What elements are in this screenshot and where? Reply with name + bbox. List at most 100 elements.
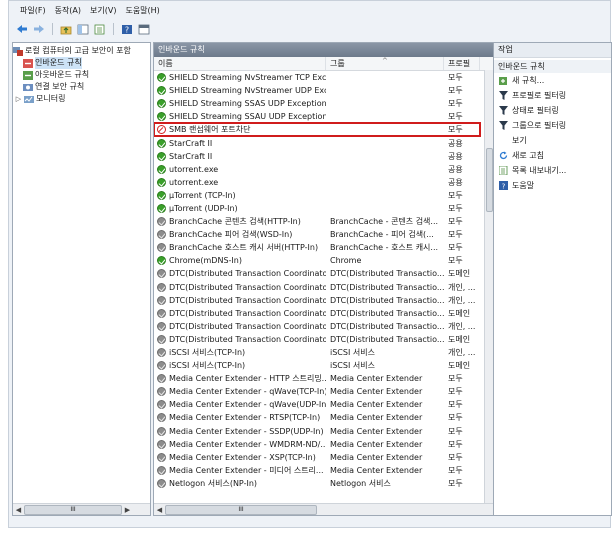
action-filter-by-group[interactable]: 그룹으로 필터링 xyxy=(494,118,611,133)
rule-row[interactable]: Media Center Extender - HTTP 스트리밍... Medi… xyxy=(154,372,480,385)
rule-row[interactable]: µTorrent (UDP-In) 모두 xyxy=(154,202,480,215)
menu-view[interactable]: 보기(V) xyxy=(90,4,116,18)
rule-profile: 모두 xyxy=(448,112,463,122)
action-help[interactable]: ? 도움말 xyxy=(494,178,611,193)
rule-profile: 모두 xyxy=(448,387,463,397)
rule-name-cell: SHIELD Streaming NvStreamer UDP Exc... xyxy=(154,86,326,96)
allow-enabled-icon xyxy=(157,138,166,148)
menu-action[interactable]: 동작(A) xyxy=(55,4,81,18)
action-export-list[interactable]: 목록 내보내기... xyxy=(494,163,611,178)
rule-profile: 모두 xyxy=(448,125,463,135)
export-list-icon[interactable] xyxy=(93,23,107,36)
rule-row[interactable]: Netlogon 서비스(NP-In) Netlogon 서비스 모두 xyxy=(154,477,480,490)
rule-row[interactable]: SHIELD Streaming SSAU UDP Exception 모두 xyxy=(154,110,480,123)
scroll-thumb[interactable] xyxy=(486,148,493,212)
rule-group: BranchCache - 호스트 캐시... xyxy=(330,243,439,253)
up-folder-icon[interactable] xyxy=(59,23,73,36)
tree-item-label: 연결 보안 규칙 xyxy=(35,82,85,91)
column-profile[interactable]: 프로필 xyxy=(444,57,480,70)
scroll-right-icon[interactable]: ▶ xyxy=(122,506,133,514)
rules-horizontal-scrollbar[interactable]: ◀ III xyxy=(154,503,495,515)
action-refresh[interactable]: 새로 고침 xyxy=(494,148,611,163)
rule-name-cell: BranchCache 콘텐츠 검색(HTTP-In) xyxy=(154,216,326,227)
rule-row[interactable]: DTC(Distributed Transaction Coordinato..… xyxy=(154,307,480,320)
rule-row[interactable]: utorrent.exe 공용 xyxy=(154,176,480,189)
rule-name: SHIELD Streaming NvStreamer UDP Exc... xyxy=(169,86,326,96)
back-arrow-icon[interactable] xyxy=(15,23,29,36)
rule-profile: 모두 xyxy=(448,203,463,213)
tree-item-outbound-rules[interactable]: 아웃바운드 규칙 xyxy=(13,69,150,81)
scroll-thumb[interactable]: III xyxy=(165,504,317,515)
new-rule-icon xyxy=(499,76,508,85)
tree-item-connection-security[interactable]: 연결 보안 규칙 xyxy=(13,81,150,93)
rule-profile: 도메인 xyxy=(448,334,471,344)
rule-row[interactable]: Media Center Extender - XSP(TCP-In) Media… xyxy=(154,451,480,464)
column-name[interactable]: 이름 xyxy=(154,57,326,70)
rule-row-highlighted[interactable]: SMB 랜섬웨어 포트차단 모두 xyxy=(154,122,481,138)
action-filter-by-profile[interactable]: 프로필로 필터링 xyxy=(494,88,611,103)
show-tree-icon[interactable] xyxy=(76,23,90,36)
help-icon[interactable]: ? xyxy=(120,23,134,36)
rule-row[interactable]: BranchCache 콘텐츠 검색(HTTP-In) BranchCache -… xyxy=(154,215,480,228)
allow-disabled-icon xyxy=(157,217,166,227)
tree-root[interactable]: 로컬 컴퓨터의 고급 보안이 포함 xyxy=(13,45,150,57)
rule-row[interactable]: SHIELD Streaming NvStreamer UDP Exc... 모두 xyxy=(154,84,480,97)
actions-section-inbound[interactable]: 인바운드 규칙 xyxy=(494,60,611,73)
rule-row[interactable]: BranchCache 피어 검색(WSD-In) BranchCache - 피… xyxy=(154,228,480,241)
forward-arrow-icon[interactable] xyxy=(32,23,46,36)
console-pane-icon[interactable] xyxy=(137,23,151,36)
rule-name-cell: Media Center Extender - XSP(TCP-In) xyxy=(154,452,326,462)
rule-name-cell: µTorrent (UDP-In) xyxy=(154,203,326,213)
toolbar-divider xyxy=(113,23,114,35)
rule-row[interactable]: SHIELD Streaming NvStreamer TCP Exc... 모두 xyxy=(154,71,480,84)
rule-row[interactable]: BranchCache 호스트 캐시 서버(HTTP-In) BranchCach… xyxy=(154,241,480,254)
rule-row[interactable]: Media Center Extender - qWave(UDP-In) Med… xyxy=(154,398,480,411)
rule-row[interactable]: iSCSI 서비스(TCP-In) iSCSI 서비스 개인, ... xyxy=(154,346,480,359)
menu-file[interactable]: 파일(F) xyxy=(20,4,46,18)
rule-row[interactable]: StarCraft II 공용 xyxy=(154,150,480,163)
rule-row[interactable]: µTorrent (TCP-In) 모두 xyxy=(154,189,480,202)
refresh-icon xyxy=(499,151,508,160)
rule-row[interactable]: Chrome(mDNS-In) Chrome 모두 xyxy=(154,254,480,267)
rule-profile: 모두 xyxy=(448,243,463,253)
tree-item-inbound-rules[interactable]: 인바운드 규칙 xyxy=(13,57,150,69)
rule-row[interactable]: Media Center Extender - SSDP(UDP-In) Medi… xyxy=(154,425,480,438)
column-group[interactable]: 그룹 ^ xyxy=(326,57,444,70)
rule-row[interactable]: DTC(Distributed Transaction Coordinato..… xyxy=(154,281,480,294)
action-label: 상태로 필터링 xyxy=(512,106,559,115)
expand-arrow-icon[interactable]: ▷ xyxy=(15,93,22,105)
rule-profile: 모두 xyxy=(448,478,463,488)
inbound-rules-icon xyxy=(23,58,33,68)
rule-row[interactable]: Media Center Extender - 미디어 스트리... Media … xyxy=(154,464,480,477)
rule-row[interactable]: DTC(Distributed Transaction Coordinato..… xyxy=(154,294,480,307)
rules-pane-title: 인바운드 규칙 xyxy=(154,43,495,57)
rule-row[interactable]: Media Center Extender - RTSP(TCP-In) Medi… xyxy=(154,411,480,424)
tree-horizontal-scrollbar[interactable]: ◀ III ▶ xyxy=(13,503,150,515)
rule-row[interactable]: utorrent.exe 공용 xyxy=(154,163,480,176)
rule-row[interactable]: StarCraft II 공용 xyxy=(154,136,480,149)
actions-pane: 작업 인바운드 규칙 새 규칙... 프로필로 필터링 상태로 필터링 그룹으로… xyxy=(493,42,612,516)
action-view[interactable]: 보기 xyxy=(494,133,611,148)
rule-profile: 개인, ... xyxy=(448,348,476,358)
scroll-left-icon[interactable]: ◀ xyxy=(13,506,24,514)
rule-profile: 도메인 xyxy=(448,308,471,318)
rule-name: SHIELD Streaming NvStreamer TCP Exc... xyxy=(169,73,326,83)
action-filter-by-state[interactable]: 상태로 필터링 xyxy=(494,103,611,118)
rule-row[interactable]: Media Center Extender - qWave(TCP-In) Med… xyxy=(154,385,480,398)
menu-help[interactable]: 도움말(H) xyxy=(125,4,159,18)
action-new-rule[interactable]: 새 규칙... xyxy=(494,73,611,88)
rule-row[interactable]: DTC(Distributed Transaction Coordinato..… xyxy=(154,333,480,346)
scroll-thumb[interactable]: III xyxy=(24,504,122,515)
rule-profile: 도메인 xyxy=(448,361,471,371)
rule-row[interactable]: Media Center Extender - WMDRM-ND/... Medi… xyxy=(154,438,480,451)
rule-row[interactable]: DTC(Distributed Transaction Coordinato..… xyxy=(154,320,480,333)
rule-name-cell: SHIELD Streaming SSAU UDP Exception xyxy=(154,112,326,122)
scroll-left-icon[interactable]: ◀ xyxy=(154,506,165,514)
tree-item-monitoring[interactable]: ▷ 모니터링 xyxy=(13,93,150,105)
rule-name: Media Center Extender - 미디어 스트리... xyxy=(169,465,324,475)
rule-name: µTorrent (TCP-In) xyxy=(169,190,236,200)
rule-row[interactable]: DTC(Distributed Transaction Coordinato..… xyxy=(154,267,480,280)
rule-row[interactable]: iSCSI 서비스(TCP-In) iSCSI 서비스 도메인 xyxy=(154,359,480,372)
rule-name: Media Center Extender - WMDRM-ND/... xyxy=(169,439,326,449)
rule-row[interactable]: SHIELD Streaming SSAS UDP Exception 모두 xyxy=(154,97,480,110)
